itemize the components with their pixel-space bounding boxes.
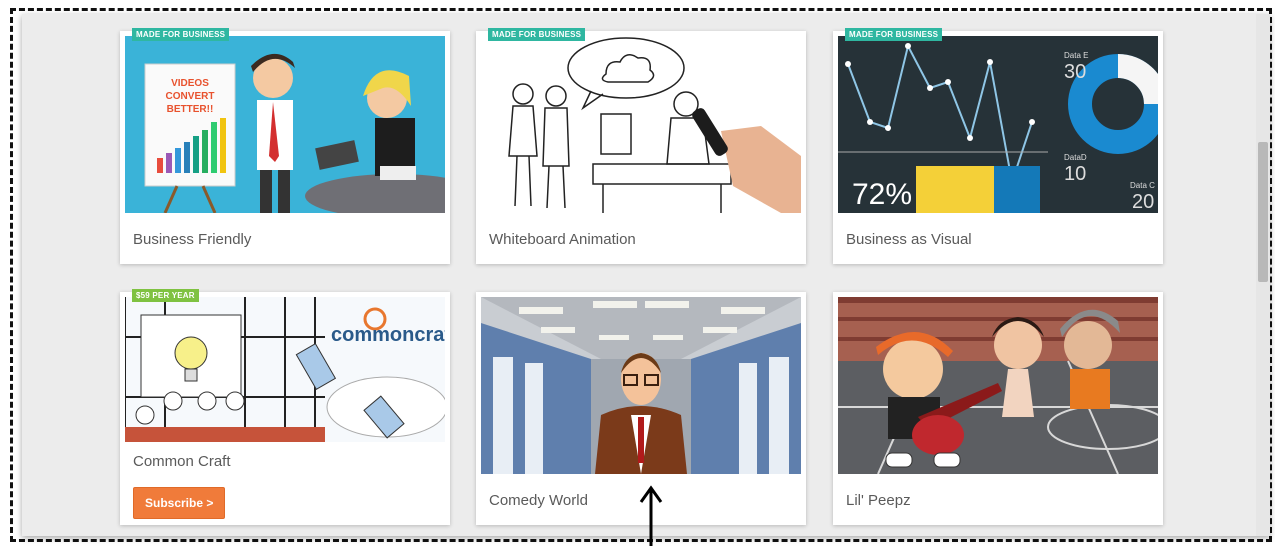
card-title[interactable]: Whiteboard Animation [489,231,636,248]
commoncraft-logo: commoncraft [331,324,445,346]
lil-peepz-illustration [838,297,1158,474]
price-badge: $59 PER YEAR [132,289,199,302]
business-as-visual-thumbnail[interactable]: 72% Data E 30 DataD 10 Data C 20 [838,36,1158,213]
business-friendly-illustration: VIDEOS CONVERT BETTER!! [125,36,445,213]
data-c-value: 20 [1132,191,1154,213]
template-card-common-craft[interactable]: $59 PER YEAR commoncraft Common Craft Su… [120,289,450,525]
better-text: BETTER!! [167,104,214,115]
common-craft-illustration: commoncraft [125,297,445,442]
made-for-business-badge: MADE FOR BUSINESS [132,28,230,41]
template-card-lil-peepz[interactable]: Lil' Peepz [833,292,1163,525]
template-card-business-as-visual[interactable]: MADE FOR BUSINESS 72% Data E 30 DataD 10… [833,28,1163,264]
data-e-label: Data E [1064,51,1088,60]
data-d-value: 10 [1064,163,1086,185]
card-title[interactable]: Business Friendly [133,231,251,248]
card-title[interactable]: Business as Visual [846,231,972,248]
percent-readout: 72% [852,178,912,211]
card-title[interactable]: Comedy World [489,492,588,509]
whiteboard-animation-thumbnail[interactable] [481,36,801,213]
template-card-whiteboard-animation[interactable]: MADE FOR BUSINESS Whiteboard Animation [476,28,806,264]
comedy-world-illustration [481,297,801,474]
business-friendly-thumbnail[interactable]: VIDEOS CONVERT BETTER!! [125,36,445,213]
data-d-label: DataD [1064,153,1087,162]
card-title[interactable]: Common Craft [133,453,231,470]
whiteboard-illustration [481,36,801,213]
videos-text: VIDEOS [171,78,209,89]
up-arrow-icon [639,485,663,546]
scrollbar-thumb[interactable] [1258,142,1268,282]
data-visual-illustration: 72% Data E 30 DataD 10 Data C 20 [838,36,1158,213]
data-c-label: Data C [1130,181,1155,190]
comedy-world-thumbnail[interactable] [481,297,801,474]
made-for-business-badge: MADE FOR BUSINESS [845,28,943,41]
card-title[interactable]: Lil' Peepz [846,492,911,509]
common-craft-thumbnail[interactable]: commoncraft [125,297,445,442]
subscribe-button[interactable]: Subscribe > [133,487,226,519]
made-for-business-badge: MADE FOR BUSINESS [488,28,586,41]
template-card-business-friendly[interactable]: MADE FOR BUSINESS VIDEOS CONVERT BETTER!… [120,28,450,264]
lil-peepz-thumbnail[interactable] [838,297,1158,474]
data-e-value: 30 [1064,61,1086,83]
convert-text: CONVERT [166,91,215,102]
